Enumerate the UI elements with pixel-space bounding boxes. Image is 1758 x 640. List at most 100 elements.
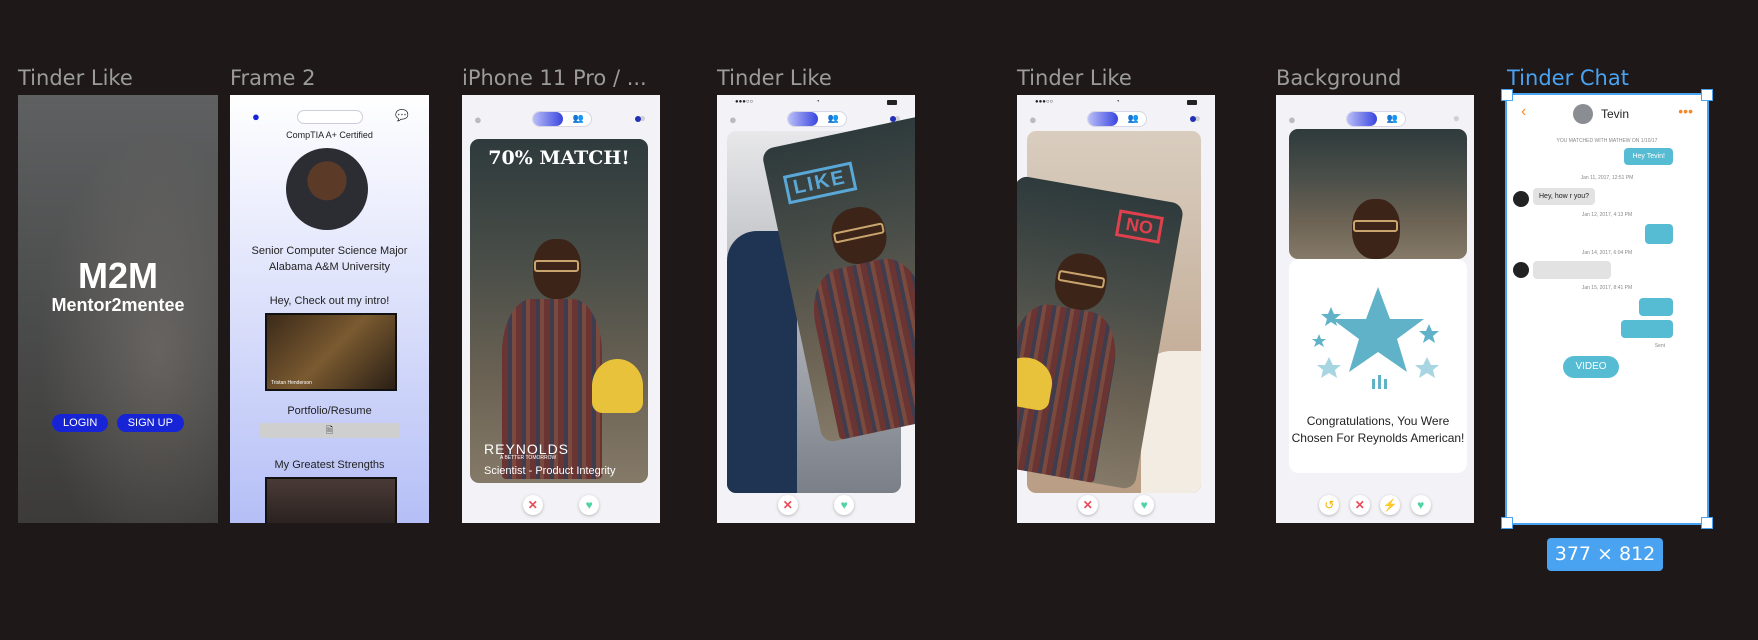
profile-icon[interactable]: ● [474, 112, 482, 127]
congrats-line-1: Congratulations, You Were [1306, 414, 1450, 428]
avatar [1513, 262, 1529, 278]
action-bar: ✕ ♥ [1017, 495, 1215, 517]
chat-contact-name: Tevin [1601, 107, 1630, 121]
mode-toggle[interactable]: 👥 [787, 111, 847, 127]
mode-toggle[interactable]: 👥 [1087, 111, 1147, 127]
message-sent-1: Hey Tevin! [1624, 148, 1673, 165]
resize-handle-bottom-right[interactable] [1701, 517, 1713, 529]
user-icon[interactable]: ● [252, 109, 260, 124]
login-button[interactable]: LOGIN [52, 414, 109, 432]
congrats-panel: Congratulations, You Were Chosen For Rey… [1289, 259, 1467, 473]
status-bar: ●●●○○ ◔ [1017, 99, 1215, 107]
no-header: ● 👥 ● [1017, 109, 1215, 129]
profile-card [1289, 129, 1467, 259]
undo-button[interactable]: ↺ [1319, 495, 1340, 515]
video-caption: Tristan Henderson [271, 380, 312, 386]
certification-text: CompTIA A+ Certified [286, 130, 373, 140]
profile-card[interactable]: 70% MATCH! REYNOLDS A BETTER TOMORROW Sc… [470, 139, 648, 483]
person-photo [480, 179, 644, 479]
star-icon [1312, 287, 1439, 389]
sent-label: Sent [1654, 343, 1665, 349]
timestamp-2: Jan 12, 2017, 4:13 PM [1581, 212, 1633, 218]
auth-buttons: LOGIN SIGN UP [18, 413, 218, 432]
resize-handle-top-right[interactable] [1701, 89, 1713, 101]
congrats-line-2: Chosen For Reynolds American! [1291, 431, 1465, 445]
action-bar: ✕ ♥ [717, 495, 915, 517]
app-title: M2M [78, 255, 158, 296]
bio-line-2: Alabama A&M University [268, 261, 391, 273]
groups-icon[interactable]: ● [1453, 111, 1460, 125]
file-icon: 🗎 [325, 425, 334, 435]
timestamp-4: Jan 15, 2017, 8:41 PM [1581, 285, 1633, 291]
avatar [1513, 191, 1529, 207]
mode-toggle[interactable]: 👥 [532, 111, 592, 127]
mode-toggle[interactable]: 👥 [1346, 111, 1406, 127]
boost-button[interactable]: ⚡ [1380, 495, 1401, 515]
frame-label-background[interactable]: Background [1276, 66, 1401, 90]
resize-handle-top-left[interactable] [1501, 89, 1513, 101]
company-tagline: A BETTER TOMORROW [500, 455, 557, 461]
frame-label-tinder-like-2[interactable]: Tinder Like [717, 66, 832, 90]
status-bar: ●●●○○ ◔ [717, 99, 915, 107]
message-sent-4 [1621, 320, 1673, 338]
frame-congrats[interactable]: ● 👥 ● Congratulations, You Were Chosen F… [1276, 95, 1474, 523]
frame-label-tinder-like-1[interactable]: Tinder Like [18, 66, 133, 90]
frame-label-iphone[interactable]: iPhone 11 Pro / ... [462, 66, 647, 90]
like-button[interactable]: ♥ [834, 495, 855, 515]
like-button[interactable]: ♥ [1134, 495, 1155, 515]
timestamp-3: Jan 14, 2017, 6:04 PM [1581, 250, 1633, 256]
timestamp-1: Jan 11, 2017, 12:51 PM [1580, 175, 1634, 181]
frame-no-swipe[interactable]: ●●●○○ ◔ ● 👥 ● NO ✕ ♥ [1017, 95, 1215, 523]
match-percentage: 70% MATCH! [488, 147, 630, 169]
frame-match[interactable]: ● 👥 ● 70% MATCH! REYNOLDS A BETTER TOMOR… [462, 95, 660, 523]
back-arrow-icon[interactable]: ‹ [1521, 103, 1526, 121]
bio-line-1: Senior Computer Science Major [251, 245, 408, 257]
congrats-header: ● 👥 ● [1276, 109, 1474, 129]
profile-icon[interactable]: ● [1029, 112, 1037, 127]
resume-file-button[interactable]: 🗎 [259, 423, 400, 438]
groups-icon[interactable]: ● [634, 111, 646, 125]
like-button[interactable]: ♥ [1410, 495, 1431, 515]
frame-chat[interactable]: ‹ Tevin ••• YOU MATCHED WITH MATHEW ON 1… [1505, 93, 1709, 525]
action-bar: ↺ ✕ ⚡ ♥ [1276, 495, 1474, 517]
strengths-heading: My Greatest Strengths [274, 459, 385, 471]
more-options-icon[interactable]: ••• [1678, 103, 1693, 119]
profile-avatar [286, 148, 368, 230]
like-button[interactable]: ♥ [579, 495, 600, 515]
person-photo [1299, 139, 1459, 259]
frame-profile[interactable]: ● 💬 CompTIA A+ Certified Senior Computer… [230, 95, 429, 523]
message-sent-3 [1639, 298, 1673, 316]
intro-heading: Hey, Check out my intro! [269, 295, 390, 307]
selection-size-badge: 377 × 812 [1547, 538, 1663, 571]
signup-button[interactable]: SIGN UP [116, 414, 184, 432]
frame-label-tinder-chat[interactable]: Tinder Chat [1507, 66, 1629, 90]
reject-button[interactable]: ✕ [777, 495, 798, 515]
message-sent-2 [1645, 224, 1673, 244]
intro-video[interactable]: Tristan Henderson [265, 313, 397, 391]
reject-button[interactable]: ✕ [522, 495, 543, 515]
video-button[interactable]: VIDEO [1563, 356, 1619, 378]
frame-label-tinder-like-3[interactable]: Tinder Like [1017, 66, 1132, 90]
avatar [1573, 104, 1593, 124]
frame-label-frame-2[interactable]: Frame 2 [230, 66, 315, 90]
profile-icon[interactable]: ● [729, 112, 737, 127]
profile-header: ● 💬 [230, 109, 429, 129]
reject-button[interactable]: ✕ [1077, 495, 1098, 515]
match-header: ● 👥 ● [462, 109, 660, 129]
groups-icon[interactable]: ● [1189, 111, 1201, 125]
profile-icon[interactable]: ● [1288, 112, 1296, 127]
frame-login[interactable]: M2M Mentor2mentee LOGIN SIGN UP [18, 95, 218, 523]
message-received-2 [1533, 261, 1611, 279]
reject-button[interactable]: ✕ [1349, 495, 1370, 515]
resize-handle-bottom-left[interactable] [1501, 517, 1513, 529]
app-subtitle: Mentor2mentee [51, 295, 185, 315]
portfolio-heading: Portfolio/Resume [287, 405, 372, 417]
action-bar: ✕ ♥ [462, 495, 660, 517]
message-received-1: Hey, how r you? [1533, 188, 1596, 205]
strengths-video[interactable] [265, 477, 397, 523]
chat-icon[interactable]: 💬 [395, 109, 409, 122]
matched-note: YOU MATCHED WITH MATHEW ON 1/10/17 [1556, 138, 1658, 144]
mode-toggle[interactable] [297, 110, 363, 124]
job-title: Scientist - Product Integrity [484, 465, 616, 477]
frame-like-swipe[interactable]: ●●●○○ ◔ ● 👥 ● LIKE ✕ ♥ [717, 95, 915, 523]
